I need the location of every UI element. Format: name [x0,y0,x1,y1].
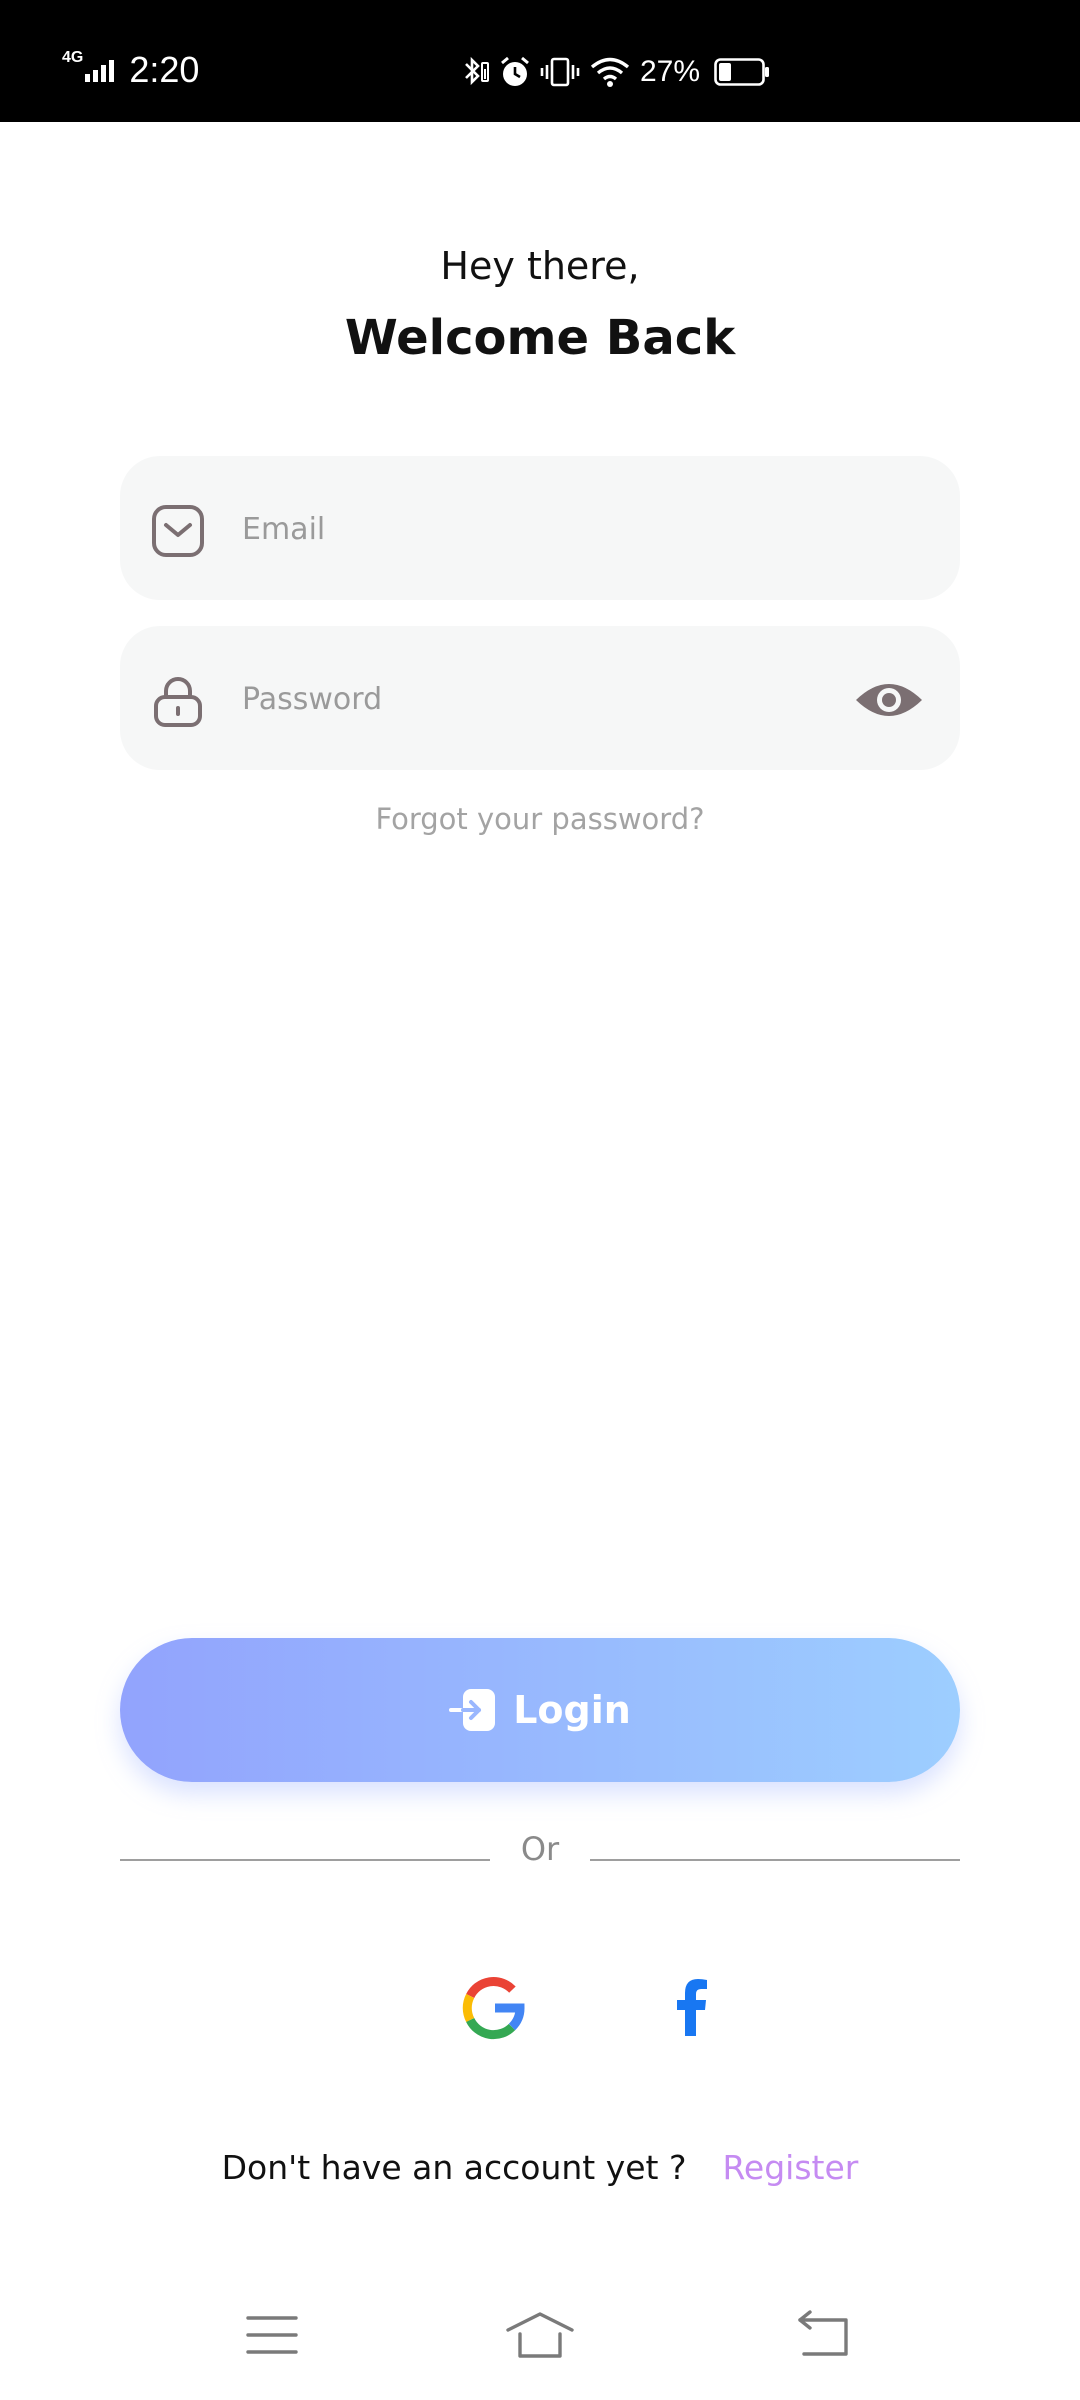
status-bar-right: 27% [460,42,770,102]
status-time: 2:20 [129,49,200,90]
wifi-icon [590,57,630,87]
menu-icon[interactable] [244,2310,300,2360]
lock-icon [154,677,202,727]
google-icon[interactable] [462,1976,526,2040]
divider-label: Or [520,1830,560,1868]
battery-icon [714,58,770,86]
signal-icon [85,60,115,82]
alarm-icon [501,56,529,86]
forgot-password-link[interactable]: Forgot your password? [0,802,1080,836]
status-bar-left: 4G 2:20 [62,40,199,100]
mail-icon [152,505,204,557]
email-field[interactable] [240,492,924,566]
signup-prompt-row: Don't have an account yet ? Register [0,2148,1080,2187]
signup-prompt-text: Don't have an account yet ? [221,2148,687,2187]
status-bar: 4G 2:20 27% [0,0,1080,122]
login-icon [449,1689,496,1731]
page-title: Welcome Back [344,310,736,366]
email-field-container[interactable] [120,456,960,600]
bluetooth-icon [465,56,489,86]
register-link[interactable]: Register [722,2148,858,2187]
network-type-label: 4G [62,49,84,66]
login-button[interactable]: Login [120,1638,960,1782]
divider-line-left [120,1859,490,1861]
battery-percent: 27% [640,55,701,88]
facebook-icon[interactable] [660,1976,724,2040]
greeting-text: Hey there, [440,244,640,288]
divider-line-right [590,1859,960,1861]
home-icon[interactable] [504,2310,576,2360]
password-field-container[interactable] [120,626,960,770]
vibrate-icon [540,57,580,87]
login-button-label: Login [513,1688,631,1732]
show-password-eye-icon[interactable] [854,676,924,724]
back-icon[interactable] [796,2310,852,2360]
password-field[interactable] [240,662,924,736]
